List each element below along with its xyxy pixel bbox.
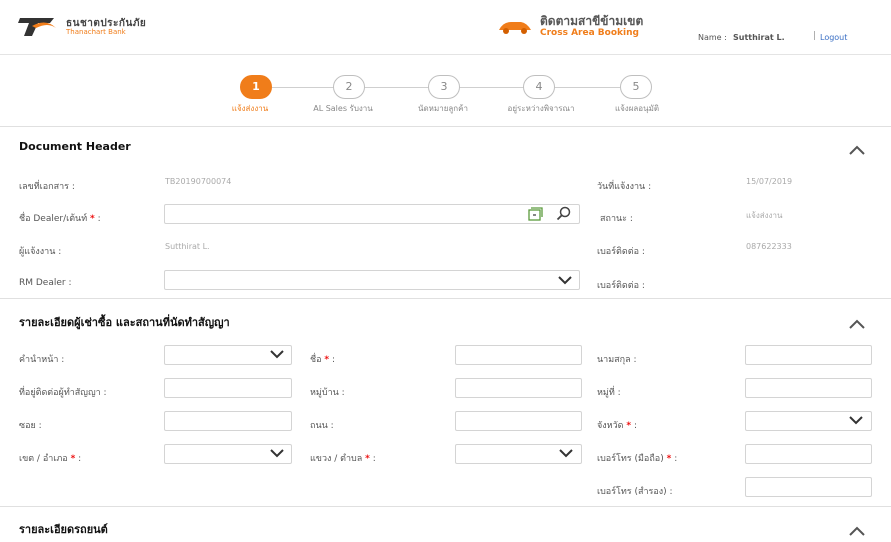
step-5-circle: 5: [620, 75, 652, 99]
subdistrict-label: แขวง / ตำบล * :: [310, 454, 376, 464]
step-2-label: AL Sales รับงาน: [313, 104, 373, 113]
soi-label: ซอย :: [19, 421, 42, 431]
surname-input[interactable]: [745, 345, 872, 365]
doc-no-value: TB20190700074: [165, 177, 232, 186]
step-1-circle: 1: [240, 75, 272, 99]
step-4-circle: 4: [523, 75, 555, 99]
user-label: Name :: [698, 33, 727, 42]
rm-dealer-select[interactable]: [164, 270, 580, 290]
chevron-down-icon[interactable]: [849, 416, 863, 425]
moo-input[interactable]: [745, 378, 872, 398]
contact-value: 087622333: [746, 242, 792, 251]
status-label: สถานะ :: [600, 214, 633, 224]
rm-dealer-label: RM Dealer :: [19, 278, 72, 288]
address-input[interactable]: [164, 378, 292, 398]
first-name-input[interactable]: [455, 345, 582, 365]
step-2-circle: 2: [333, 75, 365, 99]
brand-subtitle: Thanachart Bank: [66, 28, 126, 36]
logout-link[interactable]: Logout: [820, 33, 847, 42]
district-label: เขต / อำเภอ * :: [19, 454, 82, 464]
section-divider: [0, 126, 891, 127]
header-separator: |: [813, 31, 817, 41]
backup-phone-label: เบอร์โทร (สำรอง) :: [597, 487, 673, 497]
moo-label: หมู่ที่ :: [597, 388, 621, 398]
backup-phone-input[interactable]: [745, 477, 872, 497]
collapse-document-header-icon[interactable]: [849, 145, 865, 155]
dealer-input[interactable]: [164, 204, 580, 224]
lessee-section-title: รายละเอียดผู้เช่าซื้อ และสถานที่นัดทำสัญ…: [19, 316, 230, 329]
step-4-label: อยู่ระหว่างพิจารณา: [507, 104, 575, 113]
doc-no-label: เลขที่เอกสาร :: [19, 182, 75, 192]
brand-logo-icon: [18, 18, 56, 36]
road-input[interactable]: [455, 411, 582, 431]
village-input[interactable]: [455, 378, 582, 398]
dealer-label: ชื่อ Dealer/เต้นท์ * :: [19, 214, 101, 224]
collapse-car-section-icon[interactable]: [849, 526, 865, 536]
step-3-circle: 3: [428, 75, 460, 99]
surname-label: นามสกุล :: [597, 355, 637, 365]
chevron-down-icon[interactable]: [270, 350, 284, 359]
document-header-title: Document Header: [19, 140, 131, 153]
step-3-label: นัดหมายลูกค้า: [418, 104, 468, 113]
car-section-title: รายละเอียดรถยนต์: [19, 523, 108, 536]
search-icon[interactable]: [556, 206, 572, 222]
mobile-phone-label: เบอร์โทร (มือถือ) * :: [597, 454, 678, 464]
chevron-down-icon[interactable]: [558, 276, 572, 285]
mobile-phone-input[interactable]: [745, 444, 872, 464]
step-5-label: แจ้งผลอนุมัติ: [614, 104, 660, 113]
chevron-down-icon[interactable]: [270, 449, 284, 458]
reporter-value: Sutthirat L.: [165, 242, 210, 251]
province-label: จังหวัด * :: [597, 421, 638, 431]
dealer-picker-icon[interactable]: [528, 207, 544, 221]
contact2-label: เบอร์ติดต่อ :: [597, 281, 645, 291]
village-label: หมู่บ้าน :: [310, 388, 345, 398]
reporter-label: ผู้แจ้งงาน :: [19, 247, 62, 257]
chevron-down-icon[interactable]: [559, 449, 573, 458]
user-name: Sutthirat L.: [733, 33, 785, 42]
road-label: ถนน :: [310, 421, 334, 431]
status-value: แจ้งส่งงาน: [746, 211, 783, 220]
contact-label: เบอร์ติดต่อ :: [597, 247, 645, 257]
section-divider: [0, 506, 891, 507]
app-subtitle: Cross Area Booking: [540, 28, 639, 38]
prefix-label: คำนำหน้า :: [19, 355, 65, 365]
collapse-lessee-section-icon[interactable]: [849, 319, 865, 329]
address-label: ที่อยู่ติดต่อผู้ทำสัญญา :: [19, 388, 107, 398]
report-date-value: 15/07/2019: [746, 177, 793, 186]
soi-input[interactable]: [164, 411, 292, 431]
car-logo-icon: [499, 22, 531, 34]
section-divider: [0, 298, 891, 299]
first-name-label: ชื่อ * :: [310, 355, 336, 365]
report-date-label: วันที่แจ้งงาน :: [597, 182, 652, 192]
